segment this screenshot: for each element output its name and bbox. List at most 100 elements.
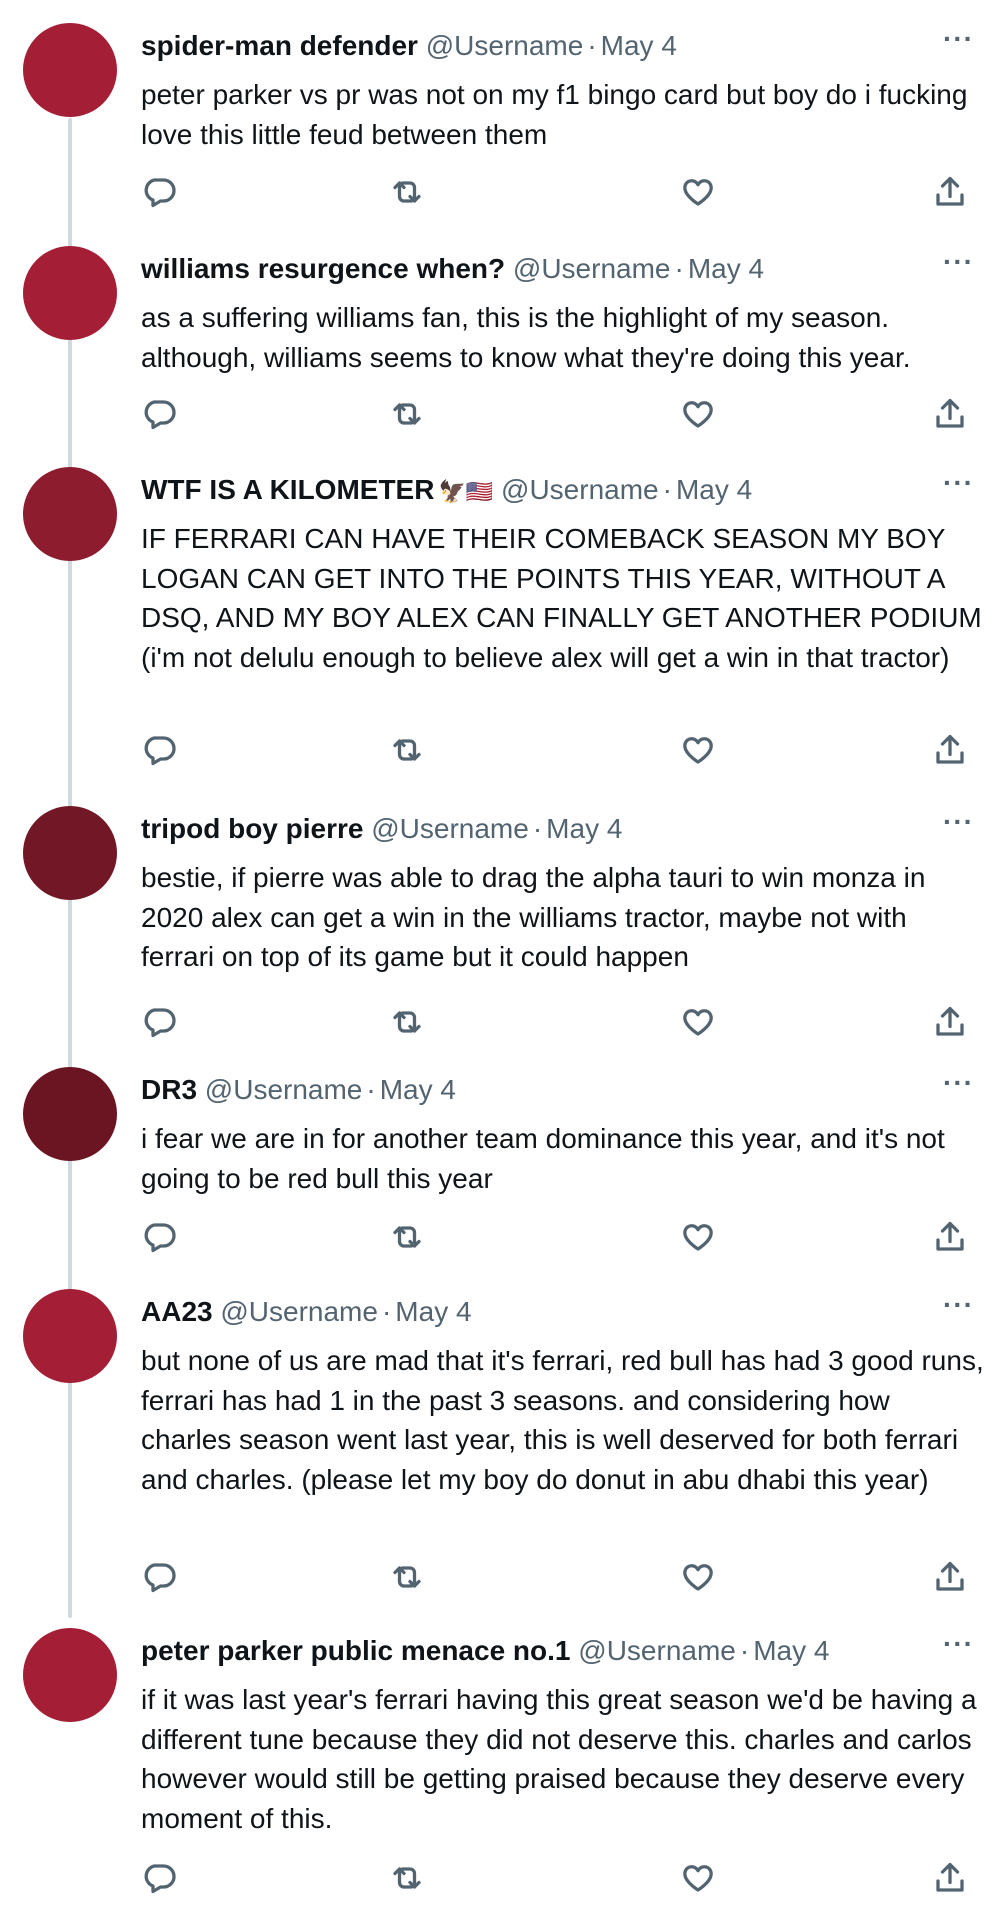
avatar[interactable] xyxy=(23,1289,117,1383)
more-icon[interactable]: ··· xyxy=(943,1630,974,1658)
reply-button[interactable] xyxy=(141,1219,181,1259)
heart-icon xyxy=(683,1865,713,1892)
more-icon[interactable]: ··· xyxy=(943,1291,974,1319)
tweet-text: but none of us are mad that it's ferrari… xyxy=(141,1345,984,1495)
tweet[interactable]: peter parker public menace no.1 @Usernam… xyxy=(0,1628,1000,1918)
display-name[interactable]: spider-man defender xyxy=(141,30,418,61)
like-button[interactable] xyxy=(680,732,720,772)
reply-button[interactable] xyxy=(141,1860,181,1900)
tweet-date[interactable]: May 4 xyxy=(688,253,764,284)
retweet-button[interactable] xyxy=(389,1860,429,1900)
action-bar xyxy=(0,1219,1000,1259)
tweet-date[interactable]: May 4 xyxy=(395,1296,471,1327)
like-button[interactable] xyxy=(680,396,720,436)
share-button[interactable] xyxy=(932,1559,972,1599)
avatar[interactable] xyxy=(23,23,117,117)
tweet[interactable]: AA23 @Username · May 4 ··· but none of us … xyxy=(0,1289,1000,1609)
display-name[interactable]: williams resurgence when? xyxy=(141,253,505,284)
more-icon[interactable]: ··· xyxy=(943,808,974,836)
like-button[interactable] xyxy=(680,1860,720,1900)
display-name[interactable]: peter parker public menace no.1 xyxy=(141,1635,571,1666)
share-button[interactable] xyxy=(932,1004,972,1044)
reply-button[interactable] xyxy=(141,1559,181,1599)
heart-icon xyxy=(683,401,713,428)
username-handle[interactable]: @Username xyxy=(578,1635,736,1666)
tweet[interactable]: williams resurgence when? @Username · May … xyxy=(0,246,1000,446)
like-button[interactable] xyxy=(680,1219,720,1259)
separator-dot: · xyxy=(381,1296,392,1327)
display-name[interactable]: DR3 xyxy=(141,1074,197,1105)
display-name[interactable]: WTF IS A KILOMETER xyxy=(141,474,434,505)
share-button[interactable] xyxy=(932,396,972,436)
retweet-button[interactable] xyxy=(389,396,429,436)
tweet-text: bestie, if pierre was able to drag the a… xyxy=(141,862,926,972)
tweet-text: i fear we are in for another team domina… xyxy=(141,1123,945,1194)
avatar[interactable] xyxy=(23,806,117,900)
tweet-header: tripod boy pierre @Username · May 4 xyxy=(141,812,940,846)
reply-button[interactable] xyxy=(141,1004,181,1044)
action-bar xyxy=(0,396,1000,436)
separator-dot: · xyxy=(662,474,672,505)
retweet-icon xyxy=(393,403,421,425)
avatar[interactable] xyxy=(23,1067,117,1161)
reply-icon xyxy=(144,1008,176,1038)
tweet[interactable]: spider-man defender @Username · May 4 ··· … xyxy=(0,23,1000,223)
like-button[interactable] xyxy=(680,1004,720,1044)
display-name[interactable]: AA23 xyxy=(141,1296,213,1327)
tweet[interactable]: tripod boy pierre @Username · May 4 ··· be… xyxy=(0,806,1000,1056)
reply-button[interactable] xyxy=(141,396,181,436)
retweet-button[interactable] xyxy=(389,732,429,772)
like-button[interactable] xyxy=(680,1559,720,1599)
tweet-header: AA23 @Username · May 4 xyxy=(141,1295,940,1329)
tweet-date[interactable]: May 4 xyxy=(380,1074,456,1105)
retweet-icon xyxy=(393,1226,421,1248)
tweet-header: WTF IS A KILOMETER 🦅🇺🇸 @Username · May 4 xyxy=(141,473,940,509)
tweet-date[interactable]: May 4 xyxy=(753,1635,829,1666)
share-button[interactable] xyxy=(932,1219,972,1259)
like-button[interactable] xyxy=(680,174,720,214)
username-handle[interactable]: @Username xyxy=(426,30,584,61)
retweet-button[interactable] xyxy=(389,1559,429,1599)
more-icon[interactable]: ··· xyxy=(943,248,974,276)
avatar[interactable] xyxy=(23,467,117,561)
avatar[interactable] xyxy=(23,246,117,340)
more-icon[interactable]: ··· xyxy=(943,469,974,497)
tweet-header: peter parker public menace no.1 @Usernam… xyxy=(141,1634,940,1668)
reply-button[interactable] xyxy=(141,174,181,214)
heart-icon xyxy=(683,1009,713,1036)
tweet[interactable]: WTF IS A KILOMETER 🦅🇺🇸 @Username · May 4 ··… xyxy=(0,467,1000,787)
tweet-header: DR3 @Username · May 4 xyxy=(141,1073,940,1107)
retweet-button[interactable] xyxy=(389,174,429,214)
heart-icon xyxy=(683,1564,713,1591)
tweet-text: if it was last year's ferrari having thi… xyxy=(141,1684,977,1834)
tweet-date[interactable]: May 4 xyxy=(546,813,622,844)
tweet-date[interactable]: May 4 xyxy=(676,474,752,505)
tweet[interactable]: DR3 @Username · May 4 ··· i fear we are in… xyxy=(0,1067,1000,1267)
retweet-button[interactable] xyxy=(389,1219,429,1259)
display-name[interactable]: tripod boy pierre xyxy=(141,813,363,844)
share-icon xyxy=(936,1561,964,1591)
retweet-button[interactable] xyxy=(389,1004,429,1044)
username-handle[interactable]: @Username xyxy=(220,1296,378,1327)
tweet-header: spider-man defender @Username · May 4 xyxy=(141,29,940,63)
username-handle[interactable]: @Username xyxy=(371,813,529,844)
heart-icon xyxy=(683,1224,713,1251)
share-button[interactable] xyxy=(932,174,972,214)
more-icon[interactable]: ··· xyxy=(943,25,974,53)
username-handle[interactable]: @Username xyxy=(205,1074,363,1105)
more-icon[interactable]: ··· xyxy=(943,1069,974,1097)
reply-button[interactable] xyxy=(141,732,181,772)
retweet-icon xyxy=(393,1011,421,1033)
username-handle[interactable]: @Username xyxy=(513,253,671,284)
avatar[interactable] xyxy=(23,1628,117,1722)
tweet-text: IF FERRARI CAN HAVE THEIR COMEBACK SEASO… xyxy=(141,523,982,673)
share-button[interactable] xyxy=(932,1860,972,1900)
tweet-date[interactable]: May 4 xyxy=(601,30,677,61)
retweet-icon xyxy=(393,739,421,761)
share-icon xyxy=(936,1221,964,1251)
heart-icon xyxy=(683,179,713,206)
tweet-text: as a suffering williams fan, this is the… xyxy=(141,302,911,373)
username-handle[interactable]: @Username xyxy=(501,474,659,505)
share-button[interactable] xyxy=(932,732,972,772)
separator-dot: · xyxy=(532,813,543,844)
